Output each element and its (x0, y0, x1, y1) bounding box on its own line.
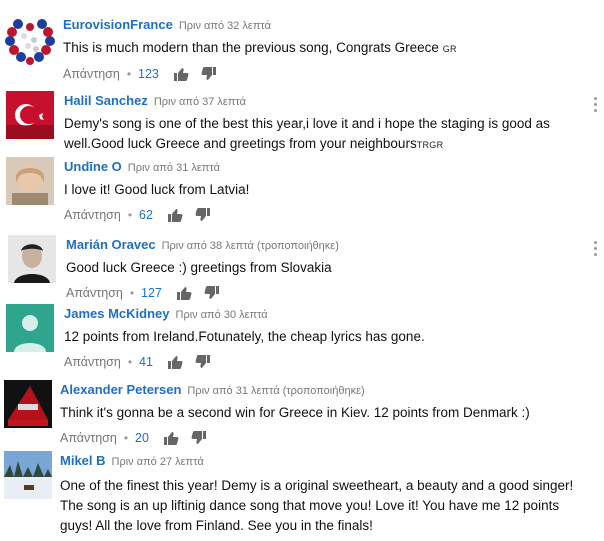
comment-text: Think it's gonna be a second win for Gre… (60, 405, 530, 420)
comment-time[interactable]: Πριν από 38 λεπτά (τροποποιήθηκε) (162, 240, 339, 252)
avatar[interactable] (6, 304, 54, 352)
comment-text: Good luck Greece :) greetings from Slova… (66, 260, 332, 275)
separator-dot: • (123, 431, 129, 445)
thumbs-down-icon[interactable] (195, 207, 211, 223)
separator-dot: • (127, 355, 133, 369)
comment-author[interactable]: James McKidney (64, 306, 170, 321)
portrait-photo-icon (6, 157, 54, 205)
like-count: 127 (141, 286, 162, 300)
comment-author[interactable]: Marián Oravec (66, 237, 156, 252)
thumbs-down-icon[interactable] (191, 430, 207, 446)
comment-time[interactable]: Πριν από 31 λεπτά (128, 162, 220, 174)
avatar[interactable] (6, 157, 54, 205)
comment-author[interactable]: Halil Sanchez (64, 93, 148, 108)
like-count: 62 (139, 208, 153, 222)
comment-time[interactable]: Πριν από 32 λεπτά (179, 20, 271, 32)
comment-text: One of the finest this year! Demy is a o… (60, 478, 574, 533)
thumbs-up-icon[interactable] (167, 207, 183, 223)
turkish-flag-portrait-icon (6, 91, 54, 139)
avatar[interactable] (4, 14, 56, 66)
comment-text: Demy's song is one of the best this year… (64, 116, 550, 151)
separator-dot: • (126, 67, 132, 81)
comment-text: 12 points from Ireland.Fotunately, the c… (64, 329, 425, 344)
thumbs-up-icon[interactable] (176, 285, 192, 301)
reply-button[interactable]: Απάντηση (64, 353, 121, 371)
like-count: 41 (139, 355, 153, 369)
country-code: TRGR (416, 140, 444, 150)
avatar[interactable] (6, 91, 54, 139)
comment-actions: Απάντηση • 123 (63, 65, 593, 83)
comment-actions: Απάντηση • 62 (64, 206, 584, 224)
avatar[interactable] (4, 380, 52, 428)
comment-author[interactable]: Alexander Petersen (60, 382, 181, 397)
thumbs-down-icon[interactable] (204, 285, 220, 301)
comment-text: I love it! Good luck from Latvia! (64, 182, 250, 197)
comment-time[interactable]: Πριν από 30 λεπτά (176, 309, 268, 321)
reply-button[interactable]: Απάντηση (64, 206, 121, 224)
comment-time[interactable]: Πριν από 27 λεπτά (112, 456, 204, 468)
like-count: 123 (138, 67, 159, 81)
separator-dot: • (129, 286, 135, 300)
comment-author[interactable]: Mikel B (60, 453, 106, 468)
avatar[interactable] (4, 451, 52, 499)
album-art-icon (4, 380, 52, 428)
comment-time[interactable]: Πριν από 31 λεπτά (τροποποιήθηκε) (187, 385, 364, 397)
like-count: 20 (135, 431, 149, 445)
more-options-icon[interactable] (594, 97, 598, 115)
country-code: GR (442, 44, 457, 54)
thumbs-down-icon[interactable] (201, 66, 217, 82)
more-options-icon[interactable] (594, 241, 598, 259)
thumbs-up-icon[interactable] (173, 66, 189, 82)
thumbs-up-icon[interactable] (163, 430, 179, 446)
comment-author[interactable]: Undīne O (64, 159, 122, 174)
thumbs-up-icon[interactable] (167, 354, 183, 370)
comment-author[interactable]: EurovisionFrance (63, 17, 173, 32)
comment-actions: Απάντηση • 127 (66, 284, 586, 302)
reply-button[interactable]: Απάντηση (66, 284, 123, 302)
reply-button[interactable]: Απάντηση (60, 429, 117, 447)
separator-dot: • (127, 208, 133, 222)
comment-actions: Απάντηση • 41 (64, 353, 584, 371)
default-user-icon (6, 304, 54, 352)
comment-text: This is much modern than the previous so… (63, 40, 457, 55)
eurovision-heart-logo-icon (4, 14, 56, 66)
reply-button[interactable]: Απάντηση (63, 65, 120, 83)
avatar[interactable] (8, 235, 56, 283)
thumbs-down-icon[interactable] (195, 354, 211, 370)
comment-actions: Απάντηση • 20 (60, 429, 584, 447)
portrait-photo-icon (8, 235, 56, 283)
comment-time[interactable]: Πριν από 37 λεπτά (154, 96, 246, 108)
winter-landscape-icon (4, 451, 52, 499)
